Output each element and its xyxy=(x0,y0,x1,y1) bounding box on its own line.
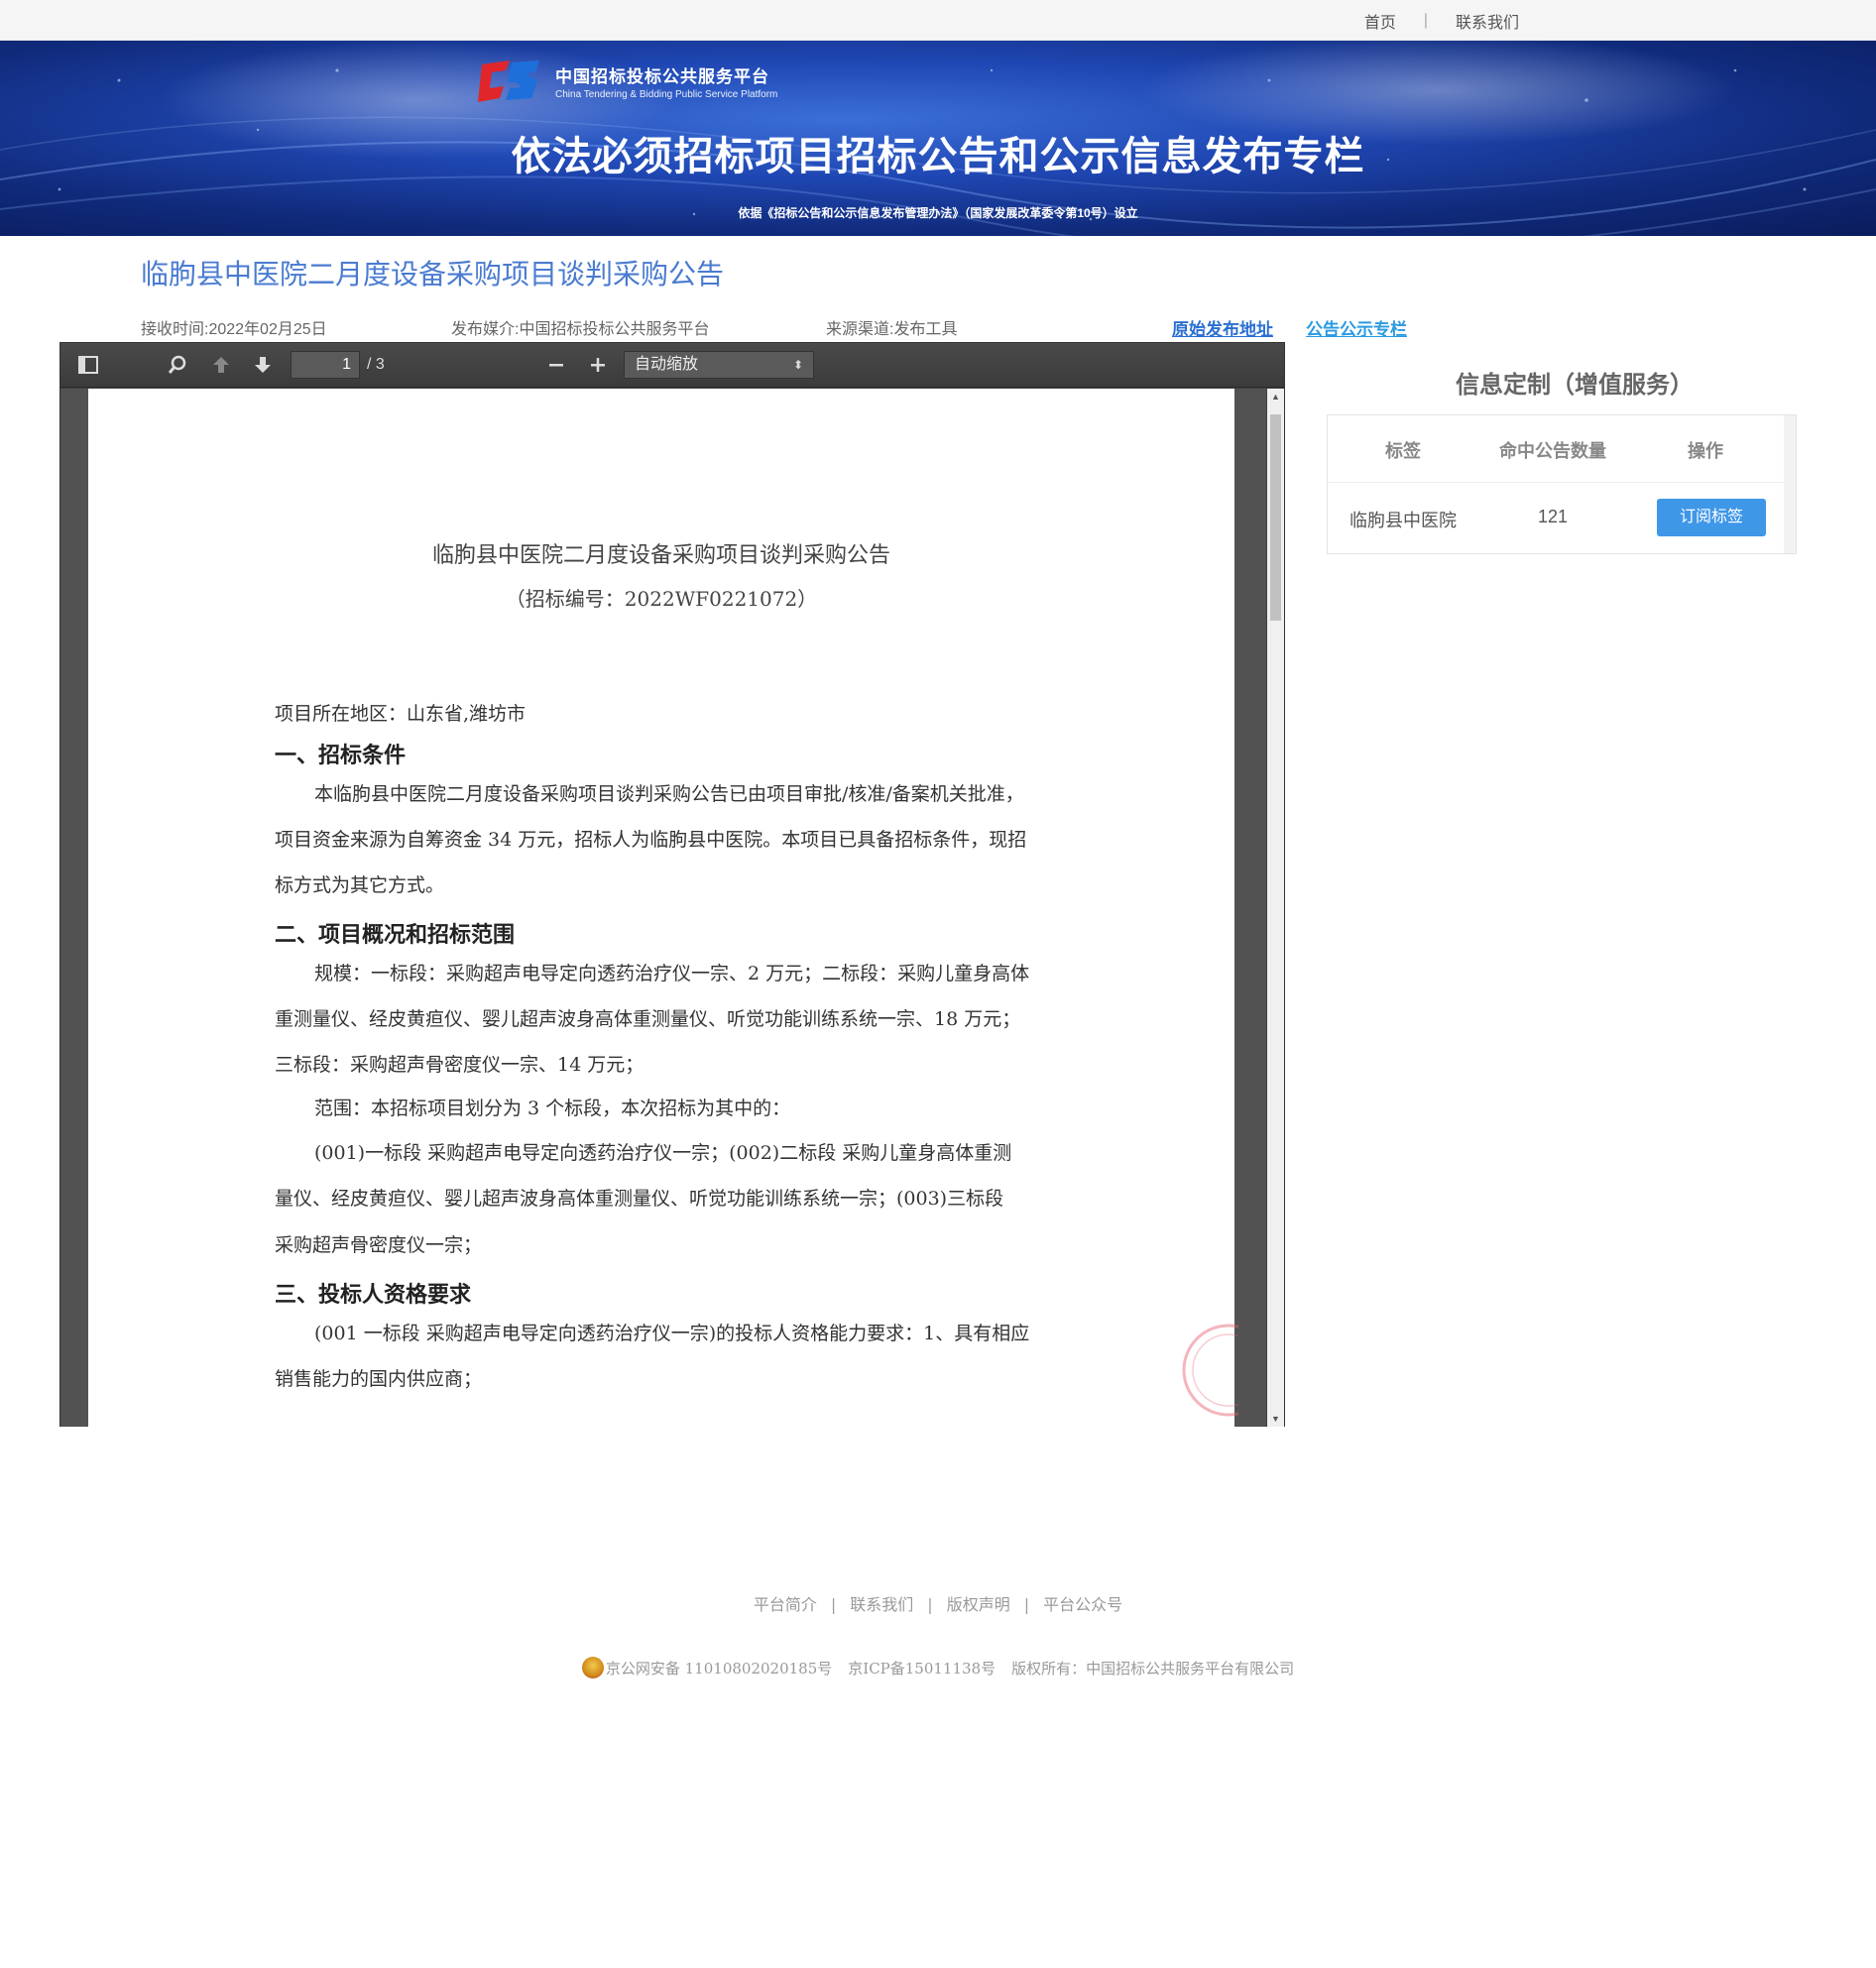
notice-column-link[interactable]: 公告公示专栏 xyxy=(1306,315,1407,340)
sidebar-toggle-icon[interactable] xyxy=(74,351,102,379)
nav-home-link[interactable]: 首页 xyxy=(1364,9,1396,33)
subscribe-tag-button[interactable]: 订阅标签 xyxy=(1657,499,1766,536)
section-heading-1: 一、招标条件 xyxy=(275,743,407,768)
footer-link-wechat[interactable]: 平台公众号 xyxy=(1043,1595,1122,1614)
section-2-line-4: 范围：本招标项目划分为 3 个标段，本次招标为其中的： xyxy=(314,1098,791,1119)
pdf-page-area[interactable]: 临朐县中医院二月度设备采购项目谈判采购公告 （招标编号：2022WF022107… xyxy=(60,389,1266,1427)
table-scrollbar[interactable] xyxy=(1784,415,1796,553)
banner-title: 依法必须招标项目招标公告和公示信息发布专栏 xyxy=(511,135,1365,178)
footer-link-about[interactable]: 平台简介 xyxy=(754,1595,817,1614)
row-tag: 临朐县中医院 xyxy=(1349,511,1457,530)
section-2-line-2: 重测量仪、经皮黄疸仪、婴儿超声波身高体重测量仪、听觉功能训练系统一宗、18 万元… xyxy=(275,1008,1021,1030)
page-number-input[interactable]: 1 xyxy=(291,351,360,379)
footer-copyright: 京公网安备 11010802020185号 京ICP备15011138号 版权所有：… xyxy=(0,1657,1876,1680)
notice-title: 临朐县中医院二月度设备采购项目谈判采购公告 xyxy=(141,259,725,289)
document-code: （招标编号：2022WF0221072） xyxy=(505,587,818,611)
publish-media: 发布媒介:中国招标投标公共服务平台 xyxy=(451,321,710,338)
copyright-owner: 版权所有：中国招标公共服务平台有限公司 xyxy=(1011,1660,1295,1678)
footer-link-contact[interactable]: 联系我们 xyxy=(850,1595,913,1614)
page-up-icon[interactable] xyxy=(207,351,235,379)
scroll-down-arrow-icon[interactable]: ▼ xyxy=(1267,1411,1284,1427)
project-region: 项目所在地区：山东省,潍坊市 xyxy=(275,703,527,725)
section-2-line-3: 三标段：采购超声骨密度仪一宗、14 万元； xyxy=(275,1054,645,1076)
zoom-out-icon[interactable] xyxy=(542,351,570,379)
zoom-value: 自动缩放 xyxy=(635,356,699,373)
icp-record[interactable]: 京ICP备15011138号 xyxy=(848,1660,996,1678)
section-heading-3: 三、投标人资格要求 xyxy=(275,1282,472,1308)
search-icon[interactable] xyxy=(164,351,191,379)
section-3-line-1: (001 一标段 采购超声电导定向透药治疗仪一宗)的投标人资格能力要求：1、具有… xyxy=(314,1323,1030,1344)
received-time: 接收时间:2022年02月25日 xyxy=(141,321,327,338)
section-2-line-1: 规模：一标段：采购超声电导定向透药治疗仪一宗、2 万元；二标段：采购儿童身高体 xyxy=(314,963,1030,984)
section-heading-2: 二、项目概况和招标范围 xyxy=(275,922,516,948)
official-seal-stamp xyxy=(1182,1324,1238,1417)
header-action: 操作 xyxy=(1688,441,1723,461)
top-bar: 首页 | 联系我们 xyxy=(0,0,1876,41)
section-2-line-7: 采购超声骨密度仪一宗； xyxy=(275,1234,483,1256)
zoom-in-icon[interactable] xyxy=(584,351,612,379)
logo-icon xyxy=(476,58,543,104)
scroll-up-arrow-icon[interactable]: ▲ xyxy=(1267,389,1284,405)
logo-subtitle: China Tendering & Bidding Public Service… xyxy=(555,89,778,100)
footer-link-copyright[interactable]: 版权声明 xyxy=(947,1595,1010,1614)
table-header-row: 标签 命中公告数量 操作 xyxy=(1328,415,1784,483)
pdf-viewer: 1 / 3 自动缩放 ⬍ 临朐县中医院二月度设备采购项目谈判采购公告 （招标编号… xyxy=(59,342,1285,1427)
top-nav: 首页 | 联系我们 xyxy=(1364,0,1519,41)
pdf-page: 临朐县中医院二月度设备采购项目谈判采购公告 （招标编号：2022WF022107… xyxy=(88,389,1238,1427)
zoom-select[interactable]: 自动缩放 ⬍ xyxy=(624,351,814,379)
pdf-toolbar: 1 / 3 自动缩放 ⬍ xyxy=(60,343,1284,388)
header-tag: 标签 xyxy=(1385,441,1421,461)
document-title: 临朐县中医院二月度设备采购项目谈判采购公告 xyxy=(431,543,890,568)
subscription-table: 标签 命中公告数量 操作 临朐县中医院 121 订阅标签 xyxy=(1327,414,1797,554)
section-1-line-1: 本临朐县中医院二月度设备采购项目谈判采购公告已由项目审批/核准/备案机关批准， xyxy=(314,783,1024,805)
table-row: 临朐县中医院 121 订阅标签 xyxy=(1328,483,1784,554)
original-url-link[interactable]: 原始发布地址 xyxy=(1172,315,1273,340)
header-count: 命中公告数量 xyxy=(1499,441,1606,461)
source-channel: 来源渠道:发布工具 xyxy=(826,321,958,338)
section-2-line-5: (001)一标段 采购超声电导定向透药治疗仪一宗；(002)二标段 采购儿童身高… xyxy=(314,1142,1012,1164)
row-count: 121 xyxy=(1537,507,1569,526)
banner-subtitle: 依据《招标公告和公示信息发布管理办法》（国家发展改革委令第10号）设立 xyxy=(738,206,1138,220)
footer-links: 平台简介 | 联系我们 | 版权声明 | 平台公众号 xyxy=(753,1595,1123,1614)
scrollbar-thumb[interactable] xyxy=(1270,414,1281,621)
select-caret-icon: ⬍ xyxy=(792,358,803,372)
header-banner: 中国招标投标公共服务平台 China Tendering & Bidding P… xyxy=(0,41,1876,236)
section-3-line-2: 销售能力的国内供应商； xyxy=(275,1368,483,1390)
section-2-line-6: 量仪、经皮黄疸仪、婴儿超声波身高体重测量仪、听觉功能训练系统一宗；(003)三标… xyxy=(275,1188,1004,1210)
subscription-panel-title: 信息定制（增值服务） xyxy=(1456,372,1694,399)
nav-contact-link[interactable]: 联系我们 xyxy=(1456,9,1519,33)
page-down-icon[interactable] xyxy=(249,351,277,379)
platform-logo[interactable]: 中国招标投标公共服务平台 China Tendering & Bidding P… xyxy=(476,58,777,104)
police-record[interactable]: 京公网安备 11010802020185号 xyxy=(606,1660,832,1678)
police-badge-icon xyxy=(581,1657,604,1679)
pdf-scrollbar[interactable]: ▲ ▼ xyxy=(1267,389,1284,1427)
nav-separator: | xyxy=(1423,11,1428,29)
logo-title: 中国招标投标公共服务平台 xyxy=(555,67,769,86)
section-1-line-3: 标方式为其它方式。 xyxy=(275,874,445,896)
section-1-line-2: 项目资金来源为自筹资金 34 万元，招标人为临朐县中医院。本项目已具备招标条件，… xyxy=(275,829,1027,851)
page-total: / 3 xyxy=(367,356,385,373)
